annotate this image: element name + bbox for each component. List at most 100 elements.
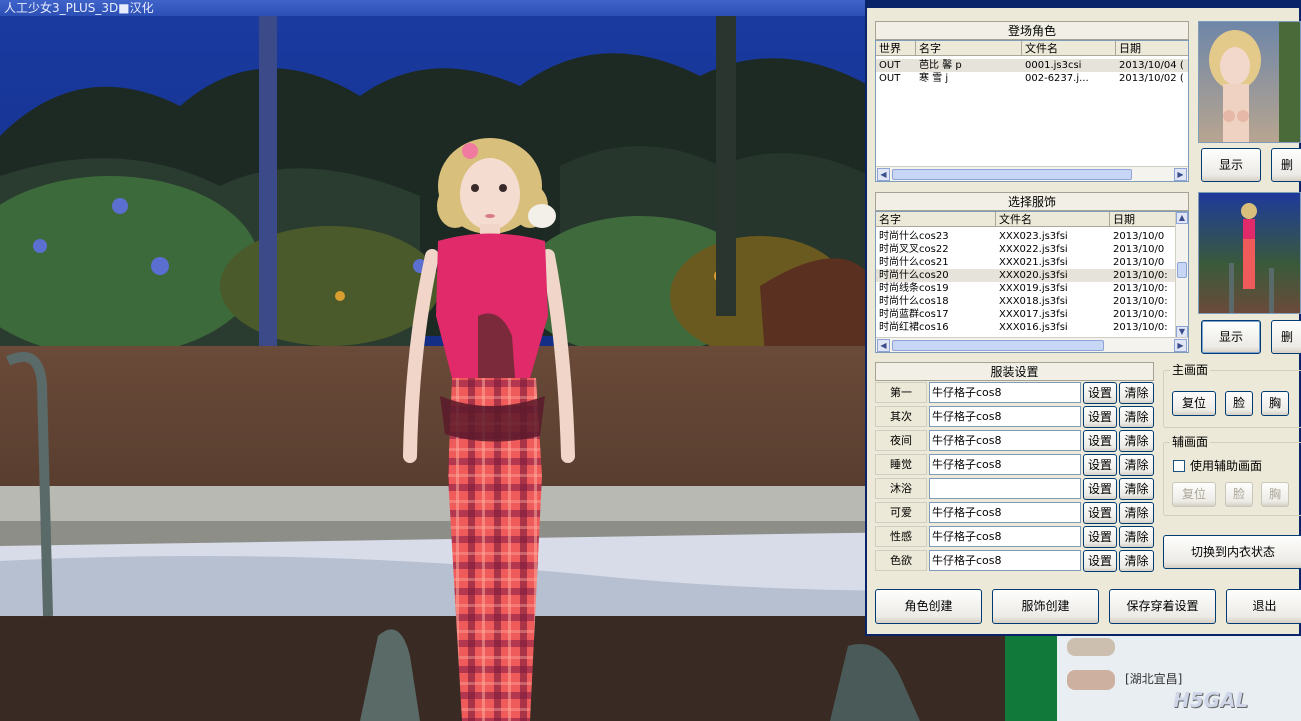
- clear-button[interactable]: 清除: [1119, 550, 1154, 572]
- cell: 2013/10/0:: [1113, 322, 1168, 333]
- clear-button[interactable]: 清除: [1119, 478, 1154, 500]
- set-button[interactable]: 设置: [1083, 502, 1117, 524]
- create-outfit-button[interactable]: 服饰创建: [992, 589, 1099, 624]
- slot-value-field[interactable]: 牛仔格子cos8: [929, 454, 1081, 475]
- outfit-row[interactable]: 时尚叉叉cos22 XXX022.js3fsi 2013/10/0: [876, 243, 1177, 256]
- cell: OUT: [879, 60, 901, 71]
- main-face-button[interactable]: 脸: [1225, 391, 1253, 416]
- cell: OUT: [879, 73, 901, 84]
- underwear-toggle-button[interactable]: 切换到内衣状态: [1163, 535, 1301, 569]
- outfit-list-header: 名字 文件名 日期: [876, 212, 1177, 227]
- cell: 时尚什么cos18: [879, 296, 949, 307]
- slot-value-field[interactable]: 牛仔格子cos8: [929, 430, 1081, 451]
- save-wearing-button[interactable]: 保存穿着设置: [1109, 589, 1216, 624]
- set-button[interactable]: 设置: [1083, 478, 1117, 500]
- set-button[interactable]: 设置: [1083, 382, 1117, 404]
- clothing-settings-header: 服装设置: [875, 362, 1154, 381]
- delete-character-button[interactable]: 删: [1271, 148, 1301, 182]
- slot-value-field[interactable]: 牛仔格子cos8: [929, 382, 1081, 403]
- scroll-up-icon[interactable]: ▲: [1176, 212, 1188, 224]
- game-window-title: 人工少女3_PLUS_3D■汉化: [0, 0, 870, 16]
- slot-value-field[interactable]: 牛仔格子cos8: [929, 406, 1081, 427]
- cast-row[interactable]: OUT 芭比 馨 p 0001.js3csi 2013/10/04 (: [876, 59, 1188, 72]
- column-header[interactable]: 文件名: [1022, 41, 1116, 56]
- set-button[interactable]: 设置: [1083, 430, 1117, 452]
- main-chest-button[interactable]: 胸: [1261, 391, 1289, 416]
- column-header[interactable]: 文件名: [996, 212, 1110, 227]
- aux-reset-button[interactable]: 复位: [1172, 482, 1216, 507]
- show-character-button[interactable]: 显示: [1201, 148, 1261, 182]
- outfit-row[interactable]: 时尚线条cos19 XXX019.js3fsi 2013/10/0:: [876, 282, 1177, 295]
- outfit-row[interactable]: 时尚什么cos21 XXX021.js3fsi 2013/10/0: [876, 256, 1177, 269]
- set-button[interactable]: 设置: [1083, 406, 1117, 428]
- slot-value-field[interactable]: [929, 478, 1081, 499]
- scroll-thumb[interactable]: [1177, 262, 1187, 278]
- set-button[interactable]: 设置: [1083, 550, 1117, 572]
- cell: XXX016.js3fsi: [999, 322, 1068, 333]
- scroll-left-icon[interactable]: ◀: [877, 339, 890, 352]
- exit-button[interactable]: 退出: [1226, 589, 1301, 624]
- cell: 2013/10/0:: [1113, 296, 1168, 307]
- slot-value-field[interactable]: 牛仔格子cos8: [929, 502, 1081, 523]
- show-outfit-button[interactable]: 显示: [1201, 320, 1261, 354]
- cast-list-header: 世界 名字 文件名 日期: [876, 41, 1188, 56]
- slot-label: 性感: [875, 526, 927, 547]
- use-aux-view-checkbox[interactable]: [1173, 460, 1185, 472]
- delete-outfit-button[interactable]: 删: [1271, 320, 1301, 354]
- cell: 2013/10/0:: [1113, 283, 1168, 294]
- cell: 时尚叉叉cos22: [879, 244, 949, 255]
- column-header[interactable]: 日期: [1110, 212, 1177, 227]
- clear-button[interactable]: 清除: [1119, 454, 1154, 476]
- scroll-right-icon[interactable]: ▶: [1174, 168, 1187, 181]
- outfit-row-selected[interactable]: 时尚什么cos20 XXX020.js3fsi 2013/10/0:: [876, 269, 1177, 282]
- aux-view-title: 辅画面: [1170, 435, 1211, 449]
- clear-button[interactable]: 清除: [1119, 502, 1154, 524]
- cell: 时尚线条cos19: [879, 283, 949, 294]
- create-character-button[interactable]: 角色创建: [875, 589, 982, 624]
- cell: 寒 雪 j: [919, 73, 949, 84]
- cell: 0001.js3csi: [1025, 60, 1082, 71]
- cell: 时尚什么cos20: [879, 270, 949, 281]
- slot-value-field[interactable]: 牛仔格子cos8: [929, 526, 1081, 547]
- cell: 2013/10/0: [1113, 257, 1165, 268]
- outfit-row[interactable]: 时尚什么cos23 XXX023.js3fsi 2013/10/0: [876, 230, 1177, 243]
- outfit-row[interactable]: 时尚什么cos18 XXX018.js3fsi 2013/10/0:: [876, 295, 1177, 308]
- clear-button[interactable]: 清除: [1119, 406, 1154, 428]
- aux-face-button[interactable]: 脸: [1225, 482, 1253, 507]
- cast-row[interactable]: OUT 寒 雪 j 002-6237.j... 2013/10/02 (: [876, 72, 1188, 85]
- character-preview-image: [1198, 21, 1301, 143]
- cell: XXX019.js3fsi: [999, 283, 1068, 294]
- slot-label: 其次: [875, 406, 927, 427]
- aux-chest-button[interactable]: 胸: [1261, 482, 1289, 507]
- column-header[interactable]: 名字: [916, 41, 1022, 56]
- set-button[interactable]: 设置: [1083, 526, 1117, 548]
- scroll-thumb[interactable]: [892, 340, 1104, 351]
- scroll-left-icon[interactable]: ◀: [877, 168, 890, 181]
- outfit-preview-image: [1198, 192, 1301, 314]
- dialog-title: [867, 0, 1299, 8]
- outfit-list[interactable]: 名字 文件名 日期 时尚什么cos23 XXX023.js3fsi 2013/1…: [875, 211, 1189, 353]
- cell: XXX018.js3fsi: [999, 296, 1068, 307]
- scroll-thumb[interactable]: [892, 169, 1132, 180]
- column-header[interactable]: 日期: [1116, 41, 1188, 56]
- column-header[interactable]: 名字: [876, 212, 996, 227]
- clear-button[interactable]: 清除: [1119, 430, 1154, 452]
- scroll-right-icon[interactable]: ▶: [1174, 339, 1187, 352]
- outfit-row[interactable]: 时尚蓝群cos17 XXX017.js3fsi 2013/10/0:: [876, 308, 1177, 321]
- main-reset-button[interactable]: 复位: [1172, 391, 1216, 416]
- slot-label: 夜间: [875, 430, 927, 451]
- watermark-logo: H5GAL: [1173, 688, 1249, 712]
- cell: 2013/10/0:: [1113, 270, 1168, 281]
- set-button[interactable]: 设置: [1083, 454, 1117, 476]
- outfit-vscrollbar[interactable]: ▲ ▼: [1175, 212, 1188, 338]
- cell: 2013/10/0: [1113, 244, 1165, 255]
- slot-value-field[interactable]: 牛仔格子cos8: [929, 550, 1081, 571]
- outfit-hscrollbar[interactable]: ◀ ▶: [876, 337, 1188, 352]
- cast-hscrollbar[interactable]: ◀ ▶: [876, 166, 1188, 181]
- clear-button[interactable]: 清除: [1119, 526, 1154, 548]
- column-header[interactable]: 世界: [876, 41, 916, 56]
- cast-list[interactable]: 世界 名字 文件名 日期 OUT 芭比 馨 p 0001.js3csi 2013…: [875, 40, 1189, 182]
- clear-button[interactable]: 清除: [1119, 382, 1154, 404]
- cell: 002-6237.j...: [1025, 73, 1089, 84]
- outfit-row[interactable]: 时尚红裙cos16 XXX016.js3fsi 2013/10/0:: [876, 321, 1177, 334]
